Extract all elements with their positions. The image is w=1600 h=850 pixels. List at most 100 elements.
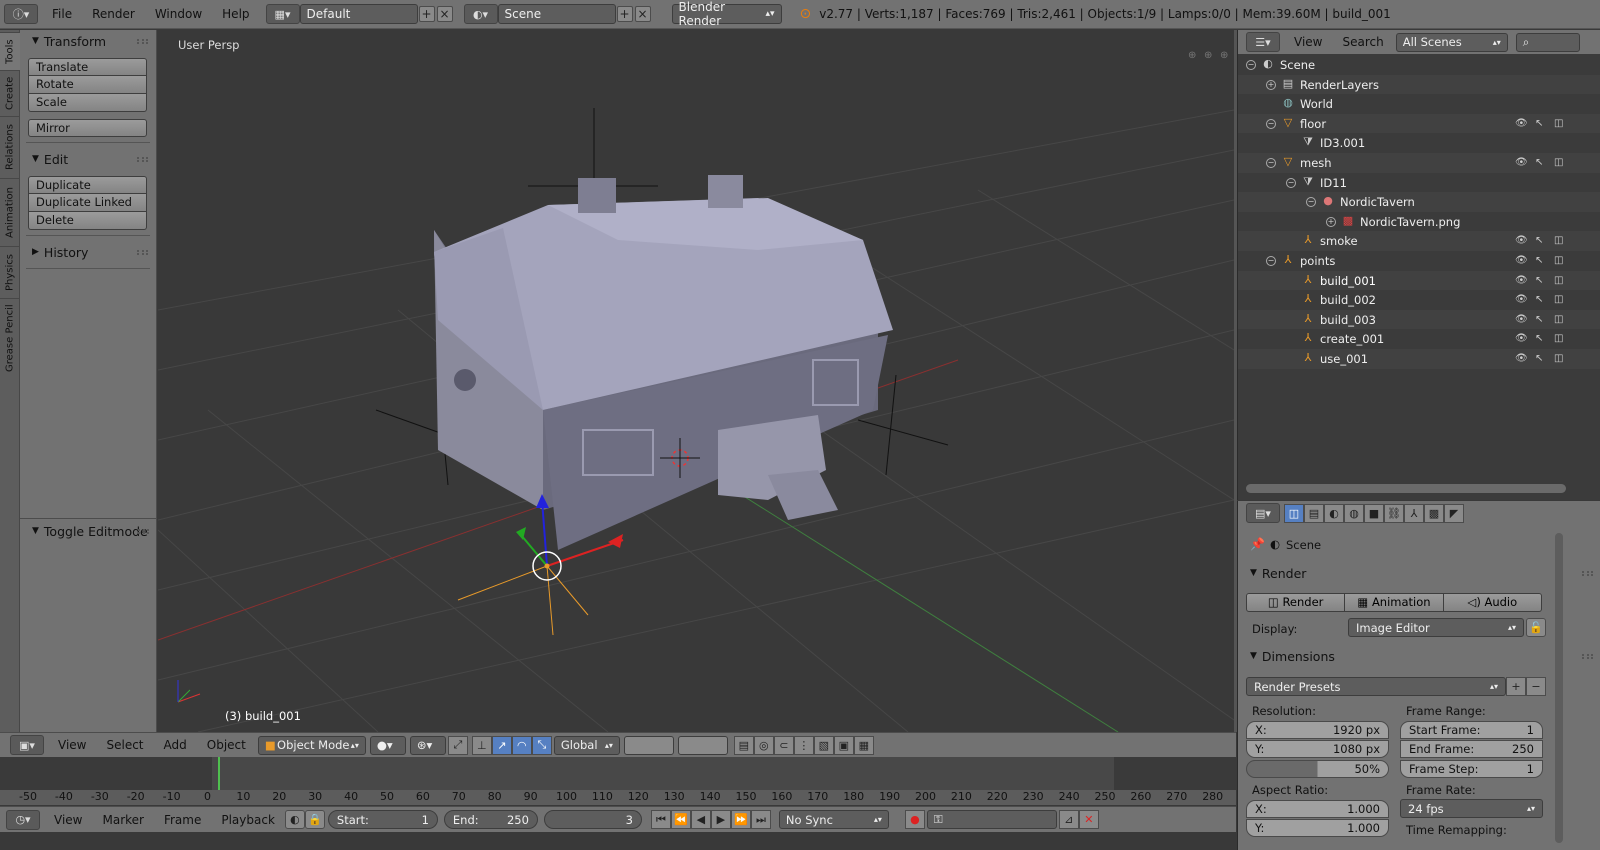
record-icon[interactable]: ● [904,810,925,829]
house-model[interactable] [434,175,893,550]
playhead[interactable] [218,757,221,790]
render-animation-button[interactable]: ▦ Animation [1345,593,1444,612]
horizontal-scrollbar[interactable] [1246,484,1566,493]
outliner-row[interactable]: − ▽ floor 👁 ↖ ◫ [1238,113,1600,134]
render-anim-icon[interactable]: ▦ [853,735,874,755]
pin-icon[interactable]: 📌 [1250,537,1265,551]
tab-physics[interactable]: Physics [0,246,20,298]
outliner-row[interactable]: ◍ World [1238,94,1600,114]
selectable-arrow-icon[interactable]: ↖ [1535,275,1543,286]
selectable-arrow-icon[interactable]: ↖ [1535,314,1543,325]
display-mode-dropdown[interactable]: All Scenes ▴▾ [1395,32,1508,52]
scale-manipulator-icon[interactable]: ⤡ [531,735,552,755]
aspect-y-field[interactable]: Y: 1.000 [1246,819,1389,837]
screen-layout-icon[interactable]: ▦▾ [265,4,300,24]
visibility-eye-icon[interactable]: 👁 [1515,255,1528,266]
outliner-row[interactable]: + ▩ NordicTavern.png [1238,211,1600,232]
outliner-row[interactable]: ⅄ build_002 👁 ↖ ◫ [1238,290,1600,310]
proportional-edit-icon[interactable]: ◎ [753,735,774,755]
selectable-arrow-icon[interactable]: ↖ [1535,255,1543,266]
render-still-button[interactable]: ◫ Render [1246,593,1346,612]
collapse-toggle-icon[interactable]: − [1306,197,1316,208]
tab-grease-pencil[interactable]: Grease Pencil [0,298,20,378]
mode-dropdown[interactable]: ■ Object Mode ▴▾ [257,735,366,755]
lock-time-icon[interactable]: 🔒 [304,810,325,829]
frame-rate-dropdown[interactable]: 24 fps ▴▾ [1400,799,1543,818]
render-context-icon[interactable]: ◫ [1284,503,1304,523]
resolution-y-field[interactable]: Y: 1080 px [1246,740,1389,758]
menu-help[interactable]: Help [212,7,259,21]
menu-marker[interactable]: Marker [92,813,153,827]
menu-frame[interactable]: Frame [154,813,211,827]
add-scene-icon[interactable]: + [616,6,633,22]
drag-grip-icon[interactable] [1582,654,1593,659]
jump-end-icon[interactable]: ⏭ [750,810,771,829]
duplicate-linked-button[interactable]: Duplicate Linked [28,194,147,212]
rotate-manipulator-icon[interactable]: ◠ [511,735,532,755]
render-audio-button[interactable]: ◁) Audio [1443,593,1542,612]
outliner-row[interactable]: − ◐ Scene [1238,55,1600,75]
scene-context-icon[interactable]: ◐ [1324,503,1344,523]
outliner-row[interactable]: − ● NordicTavern [1238,192,1600,212]
render-panel-header[interactable]: ▼ Render [1238,562,1600,584]
visibility-eye-icon[interactable]: 👁 [1515,314,1528,325]
jump-next-key-icon[interactable]: ⏩ [730,810,751,829]
world-context-icon[interactable]: ◍ [1344,503,1364,523]
render-engine-dropdown[interactable]: Blender Render ▴▾ [671,0,782,28]
duplicate-button[interactable]: Duplicate [28,176,147,194]
properties-editor-icon[interactable]: ▤▾ [1246,503,1280,523]
edit-panel-header[interactable]: ▼ Edit [20,148,156,170]
outliner-row[interactable]: ⅄ smoke 👁 ↖ ◫ [1238,231,1600,251]
drag-grip-icon[interactable] [137,157,148,162]
frame-step-field[interactable]: Frame Step: 1 [1400,760,1543,778]
selectable-arrow-icon[interactable]: ↖ [1535,118,1543,129]
selectable-arrow-icon[interactable]: ↖ [1535,294,1543,305]
outliner-row[interactable]: − ⅄ points 👁 ↖ ◫ [1238,251,1600,271]
lock-interface-icon[interactable]: 🔓 [1526,618,1546,637]
collapse-toggle-icon[interactable]: − [1286,177,1296,188]
3d-viewport[interactable]: ⊕ ⊕ ⊕ User Persp (3) build_001 [158,30,1234,732]
outliner-row[interactable]: ⅄ use_001 👁 ↖ ◫ [1238,349,1600,369]
jump-start-icon[interactable]: ⏮ [650,810,671,829]
scale-button[interactable]: Scale [28,94,147,112]
shading-dropdown[interactable]: ●▾ [369,735,406,755]
outliner-editor-icon[interactable]: ☰▾ [1246,32,1280,52]
translate-button[interactable]: Translate [28,58,147,76]
renderable-camera-icon[interactable]: ◫ [1554,255,1563,266]
selectable-arrow-icon[interactable]: ↖ [1535,235,1543,246]
display-dropdown[interactable]: Image Editor ▴▾ [1348,618,1524,637]
delete-button[interactable]: Delete [28,212,147,230]
object-context-icon[interactable]: ■ [1364,503,1384,523]
add-layout-icon[interactable]: + [418,6,435,22]
snap-element-icon[interactable]: ⋮ [793,735,814,755]
outliner-row[interactable]: ⅄ create_001 👁 ↖ ◫ [1238,329,1600,349]
remove-layout-icon[interactable]: × [436,6,453,22]
outliner-row[interactable]: ⅄ build_003 👁 ↖ ◫ [1238,309,1600,330]
jump-prev-key-icon[interactable]: ⏪ [670,810,691,829]
render-layers-context-icon[interactable]: ▤ [1304,503,1324,523]
aspect-x-field[interactable]: X: 1.000 [1246,800,1389,818]
outliner-row[interactable]: − ▽ mesh 👁 ↖ ◫ [1238,153,1600,173]
snap-icon[interactable]: ⊂ [773,735,794,755]
outliner-row[interactable]: ⅄ build_001 👁 ↖ ◫ [1238,270,1600,291]
translate-manipulator-icon[interactable]: ↗ [491,735,512,755]
collapse-toggle-icon[interactable]: − [1246,60,1256,70]
collapse-toggle-icon[interactable]: − [1266,256,1276,266]
render-camera-icon[interactable]: ▣ [833,735,854,755]
properties-scrollbar[interactable] [1555,533,1563,843]
outliner-row[interactable]: ⧩ ID3.001 [1238,133,1600,153]
timeline-ruler[interactable]: -50 -40 -30 -20 -10 0 10 20 30 40 50 60 70 80 90 100 110… [0,790,1236,805]
renderable-camera-icon[interactable]: ◫ [1554,118,1563,129]
drag-grip-icon[interactable] [138,529,149,534]
renderable-camera-icon[interactable]: ◫ [1554,157,1563,168]
tab-animation[interactable]: Animation [0,178,20,246]
info-editor-icon[interactable]: ⓘ▾ [4,4,38,24]
menu-select[interactable]: Select [96,738,153,752]
resolution-percentage-slider[interactable]: 50% [1246,760,1389,778]
outliner-search-input[interactable]: ⌕ [1515,32,1580,52]
transform-panel-header[interactable]: ▼ Transform [20,30,156,52]
renderable-camera-icon[interactable]: ◫ [1554,353,1563,364]
visibility-eye-icon[interactable]: 👁 [1515,294,1528,305]
resolution-x-field[interactable]: X: 1920 px [1246,721,1389,739]
selectable-arrow-icon[interactable]: ↖ [1535,157,1543,168]
